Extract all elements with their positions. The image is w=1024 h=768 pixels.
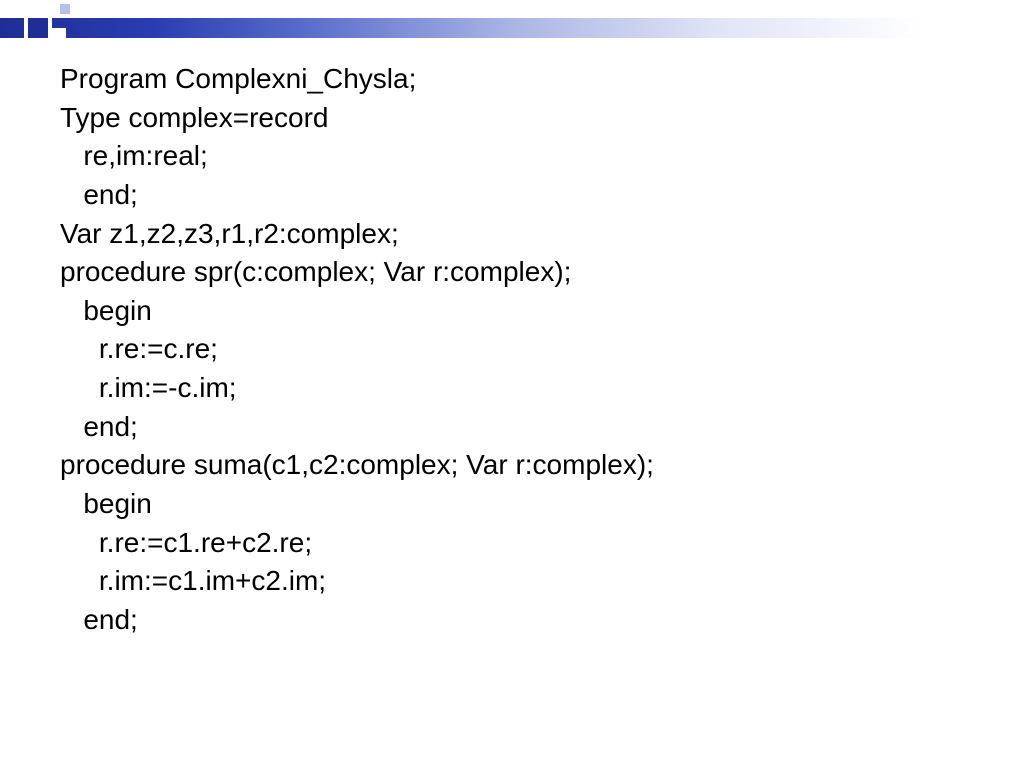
code-line: Var z1,z2,z3,r1,r2:complex; — [60, 215, 984, 254]
code-line: begin — [60, 292, 984, 331]
code-line: end; — [60, 408, 984, 447]
bullet-square-icon — [28, 18, 48, 38]
code-line: procedure suma(c1,c2:complex; Var r:comp… — [60, 446, 984, 485]
code-line: re,im:real; — [60, 137, 984, 176]
header-gradient-bar — [0, 18, 1024, 38]
deco-square-icon — [54, 30, 64, 40]
code-line: Type complex=record — [60, 99, 984, 138]
code-line: r.re:=c1.re+c2.re; — [60, 524, 984, 563]
code-line: r.im:=-c.im; — [60, 369, 984, 408]
code-line: end; — [60, 601, 984, 640]
deco-square-icon — [60, 4, 70, 14]
code-line: Program Complexni_Chysla; — [60, 60, 984, 99]
code-line: procedure spr(c:complex; Var r:complex); — [60, 253, 984, 292]
code-block: Program Complexni_Chysla; Type complex=r… — [60, 60, 984, 639]
code-line: begin — [60, 485, 984, 524]
code-line: end; — [60, 176, 984, 215]
slide: Program Complexni_Chysla; Type complex=r… — [0, 0, 1024, 768]
code-line: r.im:=c1.im+c2.im; — [60, 562, 984, 601]
code-line: r.re:=c.re; — [60, 330, 984, 369]
